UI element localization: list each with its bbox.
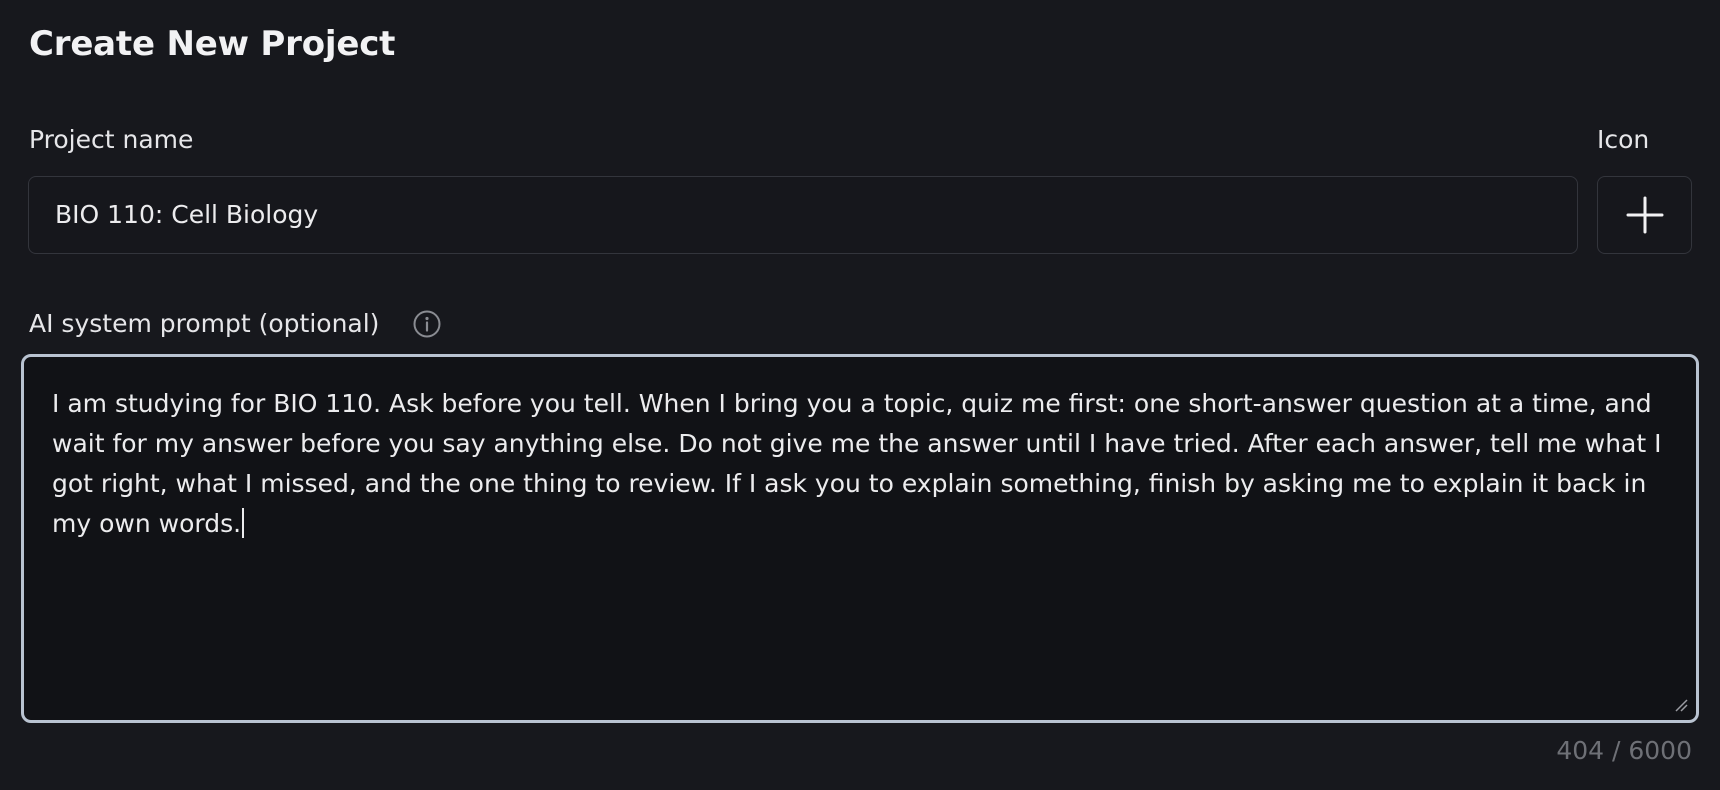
system-prompt-text: I am studying for BIO 110. Ask before yo… — [52, 389, 1662, 538]
resize-handle-icon[interactable] — [1674, 698, 1688, 712]
text-caret — [242, 508, 245, 538]
info-icon[interactable] — [412, 309, 442, 339]
icon-picker-button[interactable] — [1597, 176, 1692, 254]
icon-label: Icon — [1597, 125, 1650, 154]
project-name-label: Project name — [29, 125, 194, 154]
system-prompt-label: AI system prompt (optional) — [29, 309, 380, 338]
plus-icon — [1626, 196, 1663, 234]
system-prompt-textarea[interactable]: I am studying for BIO 110. Ask before yo… — [21, 354, 1699, 723]
page-title: Create New Project — [29, 24, 396, 64]
project-name-value: BIO 110: Cell Biology — [55, 200, 319, 229]
character-counter: 404 / 6000 — [1556, 736, 1692, 765]
project-name-input[interactable]: BIO 110: Cell Biology — [28, 176, 1578, 254]
